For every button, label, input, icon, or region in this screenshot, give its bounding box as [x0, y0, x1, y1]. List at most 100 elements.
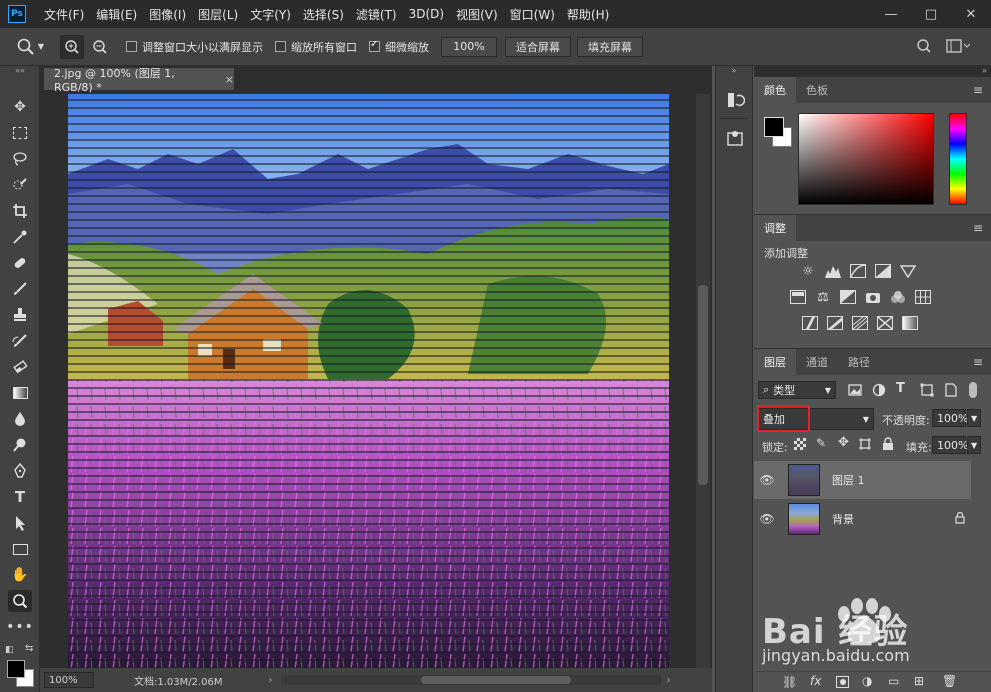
foreground-color-swatch[interactable] [7, 660, 25, 678]
lock-position-icon[interactable]: ✥ [838, 435, 849, 450]
fill-screen-button[interactable]: 填充屏幕 [577, 36, 643, 57]
filter-toggle[interactable] [969, 382, 977, 398]
canvas-image[interactable] [68, 94, 669, 668]
close-window-button[interactable]: ✕ [951, 0, 991, 28]
invert-icon[interactable] [801, 315, 819, 331]
menu-type[interactable]: 文字(Y) [244, 0, 297, 28]
lasso-tool-icon[interactable] [8, 148, 32, 170]
swap-colors-icon[interactable]: ⇆ [25, 643, 33, 654]
filter-type-icon[interactable]: T [896, 381, 905, 396]
scroll-right-icon[interactable]: › [667, 675, 671, 686]
visibility-eye-icon[interactable]: 👁 [754, 512, 780, 526]
filter-shape-icon[interactable] [920, 383, 934, 397]
channel-mixer-icon[interactable] [889, 289, 907, 305]
panels-collapse-icon[interactable]: » [754, 66, 991, 76]
vibrance-icon[interactable] [899, 263, 917, 279]
resize-windows-checkbox[interactable] [126, 41, 137, 52]
hue-saturation-icon[interactable] [789, 289, 807, 305]
black-white-icon[interactable] [839, 289, 857, 305]
menu-edit[interactable]: 编辑(E) [90, 0, 143, 28]
more-tools-icon[interactable]: ••• [6, 616, 33, 638]
quick-selection-tool-icon[interactable] [8, 174, 32, 196]
color-panel-menu-icon[interactable]: ≡ [973, 83, 983, 97]
clone-stamp-tool-icon[interactable] [8, 304, 32, 326]
color-fg-swatch[interactable] [764, 117, 784, 137]
posterize-icon[interactable] [826, 315, 844, 331]
dodge-tool-icon[interactable] [8, 434, 32, 456]
lock-image-icon[interactable]: ✎ [816, 436, 826, 450]
lock-all-icon[interactable] [882, 437, 894, 451]
menu-3d[interactable]: 3D(D) [403, 0, 450, 28]
scrubby-zoom-option[interactable]: 细微缩放 [369, 39, 429, 55]
history-brush-tool-icon[interactable] [8, 330, 32, 352]
curves-icon[interactable] [849, 263, 867, 279]
selective-color-icon[interactable] [876, 315, 894, 331]
healing-brush-tool-icon[interactable] [8, 252, 32, 274]
layer-style-icon[interactable]: fx [810, 674, 821, 688]
workspace-icon[interactable] [946, 39, 971, 56]
dock-collapse-icon[interactable]: » [716, 66, 752, 75]
hue-slider[interactable] [949, 113, 967, 205]
fill-field[interactable]: 100% [932, 436, 968, 454]
exposure-icon[interactable] [874, 263, 892, 279]
menu-help[interactable]: 帮助(H) [561, 0, 615, 28]
gradient-tool-icon[interactable] [8, 382, 32, 404]
scrubby-zoom-checkbox[interactable] [369, 39, 380, 52]
brightness-icon[interactable]: ☼ [799, 263, 817, 279]
layer-name[interactable]: 背景 [832, 511, 854, 527]
opacity-field[interactable]: 100% [932, 409, 968, 427]
move-tool-icon[interactable]: ✥ [8, 96, 32, 118]
search-icon[interactable] [916, 38, 932, 57]
delete-layer-icon[interactable]: 🗑 [942, 674, 957, 688]
marquee-tool-icon[interactable] [8, 122, 32, 144]
zoom-out-icon[interactable] [88, 35, 112, 59]
gradient-map-icon[interactable] [901, 315, 919, 331]
toolbar-collapse-icon[interactable]: «« [0, 66, 40, 76]
visibility-eye-icon[interactable]: 👁 [754, 473, 780, 487]
filter-adjustment-icon[interactable] [872, 383, 886, 397]
menu-view[interactable]: 视图(V) [450, 0, 504, 28]
color-lookup-icon[interactable] [914, 289, 932, 305]
menu-file[interactable]: 文件(F) [38, 0, 90, 28]
link-layers-icon[interactable]: ⛓ [782, 675, 797, 689]
status-menu-icon[interactable]: › [269, 675, 273, 686]
menu-layer[interactable]: 图层(L) [192, 0, 244, 28]
threshold-icon[interactable] [851, 315, 869, 331]
menu-filter[interactable]: 滤镜(T) [350, 0, 403, 28]
rectangle-tool-icon[interactable] [8, 538, 32, 560]
adjustments-menu-icon[interactable]: ≡ [973, 221, 983, 235]
fill-dropdown[interactable]: ▼ [967, 436, 981, 454]
hand-tool-icon[interactable]: ✋ [8, 564, 32, 586]
tab-adjustments[interactable]: 调整 [754, 215, 796, 241]
tab-paths[interactable]: 路径 [838, 349, 880, 375]
layer-name[interactable]: 图层 1 [832, 472, 865, 488]
document-tab[interactable]: 2.jpg @ 100% (图层 1, RGB/8) * × [44, 67, 234, 94]
path-selection-tool-icon[interactable] [8, 512, 32, 534]
layer-filter-select[interactable]: ⌕ 类型 ▼ [758, 381, 836, 399]
tab-layers[interactable]: 图层 [754, 349, 796, 375]
eyedropper-tool-icon[interactable] [8, 226, 32, 248]
pen-tool-icon[interactable] [8, 460, 32, 482]
layer-row-background[interactable]: 👁 背景 [754, 500, 971, 538]
horizontal-scroll-thumb[interactable] [420, 676, 571, 684]
properties-panel-icon[interactable] [725, 128, 745, 148]
horizontal-scrollbar[interactable] [280, 675, 661, 685]
new-layer-icon[interactable]: ⊞ [914, 674, 924, 688]
zoom-all-option[interactable]: 缩放所有窗口 [275, 39, 357, 55]
fit-screen-button[interactable]: 适合屏幕 [505, 36, 571, 57]
minimize-button[interactable]: — [871, 0, 911, 28]
blur-tool-icon[interactable] [8, 408, 32, 430]
opacity-dropdown[interactable]: ▼ [967, 409, 981, 427]
tab-color[interactable]: 颜色 [754, 77, 796, 103]
new-adjustment-layer-icon[interactable]: ◑ [862, 674, 872, 688]
lock-artboard-icon[interactable] [858, 437, 872, 451]
zoom-tool-preset-icon[interactable]: ▼ [0, 37, 60, 57]
photo-filter-icon[interactable] [864, 289, 882, 305]
layer-row-layer-1[interactable]: 👁 图层 1 [754, 461, 971, 499]
tab-swatches[interactable]: 色板 [796, 77, 838, 103]
new-group-icon[interactable]: ▭ [888, 674, 899, 688]
add-mask-icon[interactable] [836, 676, 849, 688]
zoom-value-field[interactable]: 100% [441, 36, 497, 57]
color-balance-icon[interactable]: ⚖ [814, 289, 832, 305]
vertical-scroll-thumb[interactable] [698, 285, 708, 485]
